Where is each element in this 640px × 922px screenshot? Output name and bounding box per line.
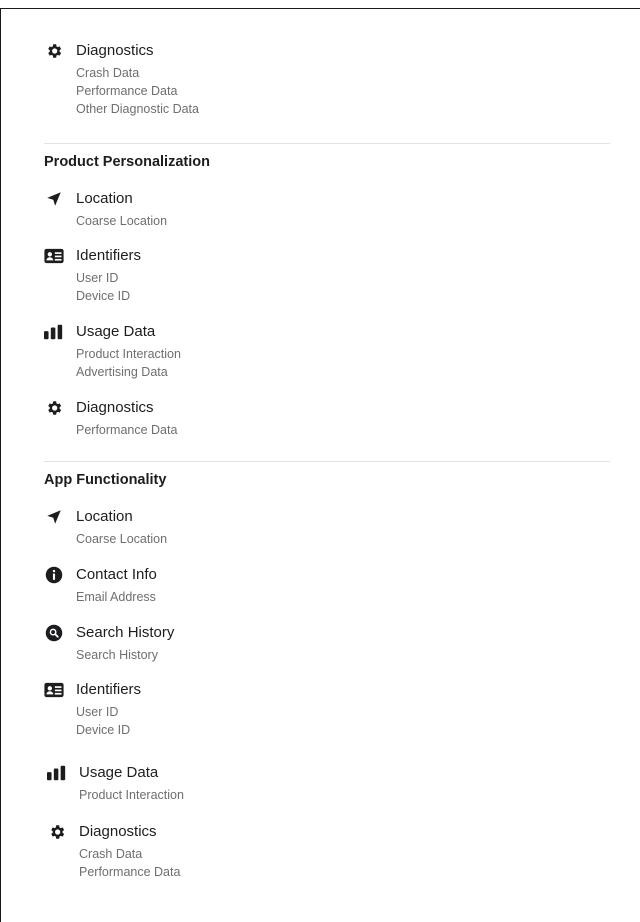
privacy-details-panel: Diagnostics Crash Data Performance Data … [0, 8, 640, 922]
id-card-icon [44, 247, 64, 265]
data-item-title: Diagnostics [79, 823, 157, 840]
data-item-title: Location [76, 190, 133, 207]
data-item-detail: Device ID [76, 289, 131, 303]
location-arrow-icon [44, 508, 64, 526]
id-card-icon [44, 681, 64, 699]
gear-icon [47, 823, 67, 841]
section-divider [44, 143, 610, 144]
data-item-title: Diagnostics [76, 42, 154, 59]
data-item-title: Usage Data [76, 323, 156, 340]
data-item-detail: Crash Data [76, 66, 140, 80]
data-item-detail: Performance Data [76, 84, 178, 98]
data-item-title: Search History [76, 624, 175, 641]
data-item-title: Contact Info [76, 566, 157, 583]
bar-chart-icon [47, 764, 67, 782]
info-circle-icon [44, 566, 64, 584]
data-item-detail: Advertising Data [76, 365, 168, 379]
data-item-title: Location [76, 508, 133, 525]
section-divider [44, 461, 610, 462]
section-heading-app-functionality: App Functionality [44, 472, 167, 488]
search-icon [44, 624, 64, 642]
section-heading-product-personalization: Product Personalization [44, 154, 210, 170]
data-item-detail: User ID [76, 705, 119, 719]
data-item-title: Identifiers [76, 681, 142, 698]
data-item-detail: Performance Data [79, 865, 181, 879]
data-item-title: Diagnostics [76, 399, 154, 416]
data-item-detail: Crash Data [79, 847, 143, 861]
data-item-title: Identifiers [76, 247, 142, 264]
gear-icon [44, 399, 64, 417]
data-item-detail: Product Interaction [79, 788, 184, 802]
data-item-detail: Other Diagnostic Data [76, 102, 199, 116]
data-item-detail: Email Address [76, 590, 156, 604]
bar-chart-icon [44, 323, 64, 341]
data-item-detail: Performance Data [76, 423, 178, 437]
data-item-detail: Device ID [76, 723, 131, 737]
location-arrow-icon [44, 190, 64, 208]
data-item-detail: Product Interaction [76, 347, 181, 361]
data-item-detail: User ID [76, 271, 119, 285]
data-item-detail: Coarse Location [76, 214, 168, 228]
gear-icon [44, 42, 64, 60]
data-item-detail: Coarse Location [76, 532, 168, 546]
data-item-title: Usage Data [79, 764, 159, 781]
data-item-detail: Search History [76, 648, 158, 662]
